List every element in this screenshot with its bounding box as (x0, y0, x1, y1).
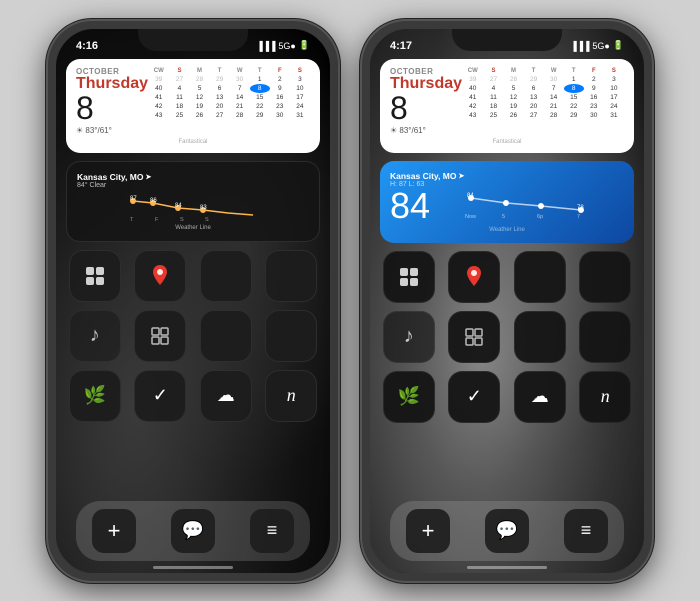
app-icon6-left[interactable] (263, 310, 321, 362)
app-note-right[interactable]: n (577, 371, 635, 423)
app-row2-left: ♪ (66, 310, 320, 362)
calendar-widget-left: OCTOBER Thursday 8 ☀ 83°/61° CW S (66, 59, 320, 153)
svg-text:F: F (155, 217, 159, 223)
app-icon5-left[interactable] (197, 310, 255, 362)
status-time-right: 4:17 (390, 40, 412, 52)
weather-chart-left: 87 86 84 83 T F S S (77, 193, 309, 223)
app-icon5-right[interactable] (511, 311, 569, 363)
pin-icon-right (465, 266, 483, 288)
weather-desc-left: 84° Clear (77, 182, 309, 189)
home-indicator-right (467, 566, 547, 569)
bottom-row-right: 🌿 ✓ ☁ n (380, 371, 634, 423)
weather-hourly-chart-right: 84 78 Now 5 6p 7 (438, 188, 624, 220)
svg-text:6p: 6p (537, 214, 543, 220)
svg-text:87: 87 (130, 196, 137, 202)
weather-widget-right: Kansas City, MO ➤ H: 87 L: 63 84 (380, 161, 634, 243)
dock-left: + 💬 ≡ (76, 501, 310, 561)
dock-add-left[interactable]: + (92, 509, 136, 553)
right-phone: 4:17 ▐▐▐ 5G● 🔋 OCTOBER Thursday 8 ☀ 83°/ (362, 21, 652, 581)
dock-list-left[interactable]: ≡ (250, 509, 294, 553)
dock-chat-right[interactable]: 💬 (485, 509, 529, 553)
weather-line-label-right: Weather Line (390, 227, 624, 233)
svg-text:5: 5 (502, 214, 505, 220)
bottom-row-left: 🌿 ✓ ☁ n (66, 370, 320, 422)
app-cloud-right[interactable]: ☁ (511, 371, 569, 423)
grid-icon-right (398, 266, 420, 288)
status-icons-right: ▐▐▐ 5G● 🔋 (570, 40, 624, 51)
svg-text:S: S (205, 217, 209, 223)
weather-widget-left: Kansas City, MO ➤ 84° Clear 87 (66, 161, 320, 242)
app-row1-right (380, 251, 634, 303)
weather-city-right: Kansas City, MO ➤ (390, 171, 624, 181)
app-row2-right: ♪ (380, 311, 634, 363)
svg-text:83: 83 (200, 205, 207, 211)
cal-date-right: 8 (390, 92, 462, 124)
dock-chat-left[interactable]: 💬 (171, 509, 215, 553)
app-grid-icon-left[interactable] (66, 250, 124, 302)
svg-text:S: S (180, 217, 184, 223)
expand-icon-left (151, 327, 169, 345)
app-icon4-left[interactable] (263, 250, 321, 302)
app-cloud-left[interactable]: ☁ (197, 370, 255, 422)
svg-text:78: 78 (577, 205, 584, 211)
home-indicator-left (153, 566, 233, 569)
cal-date-left: 8 (76, 92, 148, 124)
svg-text:T: T (130, 217, 134, 223)
left-phone: 4:16 ▐▐▐ 5G● 🔋 OCTOBER Thursday 8 ☀ 83°/ (48, 21, 338, 581)
app-check-left[interactable]: ✓ (132, 370, 190, 422)
status-bar-left: 4:16 ▐▐▐ 5G● 🔋 (56, 29, 330, 57)
app-leaf-left[interactable]: 🌿 (66, 370, 124, 422)
dock-right: + 💬 ≡ (390, 501, 624, 561)
status-icons-left: ▐▐▐ 5G● 🔋 (256, 40, 310, 51)
app-row1-left (66, 250, 320, 302)
app-note-left[interactable]: n (263, 370, 321, 422)
pin-icon-left (151, 265, 169, 287)
status-bar-right: 4:17 ▐▐▐ 5G● 🔋 (370, 29, 644, 57)
calendar-widget-right: OCTOBER Thursday 8 ☀ 83°/61° CW S (380, 59, 634, 153)
weather-temp-big-right: 84 (390, 188, 430, 224)
svg-text:Now: Now (465, 214, 476, 220)
app-music-left[interactable]: ♪ (66, 310, 124, 362)
app-pin-icon-right[interactable] (446, 251, 504, 303)
svg-text:7: 7 (577, 214, 580, 220)
svg-text:84: 84 (175, 203, 182, 209)
app-icon3-left[interactable] (197, 250, 255, 302)
fantastical-label-right: Fantastical (390, 139, 624, 145)
fantastical-label-left: Fantastical (76, 139, 310, 145)
app-music-right[interactable]: ♪ (380, 311, 438, 363)
app-pin-icon-left[interactable] (132, 250, 190, 302)
dock-list-right[interactable]: ≡ (564, 509, 608, 553)
expand-icon-right (465, 328, 483, 346)
app-leaf-right[interactable]: 🌿 (380, 371, 438, 423)
app-icon3-right[interactable] (511, 251, 569, 303)
status-time-left: 4:16 (76, 40, 98, 52)
cal-weather-right: ☀ 83°/61° (390, 126, 462, 135)
app-grid-icon-right[interactable] (380, 251, 438, 303)
weather-line-label-left: Weather Line (77, 225, 309, 231)
svg-text:86: 86 (150, 198, 157, 204)
app-check-right[interactable]: ✓ (446, 371, 504, 423)
app-icon6-right[interactable] (577, 311, 635, 363)
dock-add-right[interactable]: + (406, 509, 450, 553)
app-expand-left[interactable] (132, 310, 190, 362)
app-icon4-right[interactable] (577, 251, 635, 303)
weather-city-left: Kansas City, MO ➤ (77, 172, 309, 182)
grid-icon-left (84, 265, 106, 287)
svg-text:84: 84 (467, 193, 474, 199)
app-expand-right[interactable] (446, 311, 504, 363)
cal-weather-left: ☀ 83°/61° (76, 126, 148, 135)
